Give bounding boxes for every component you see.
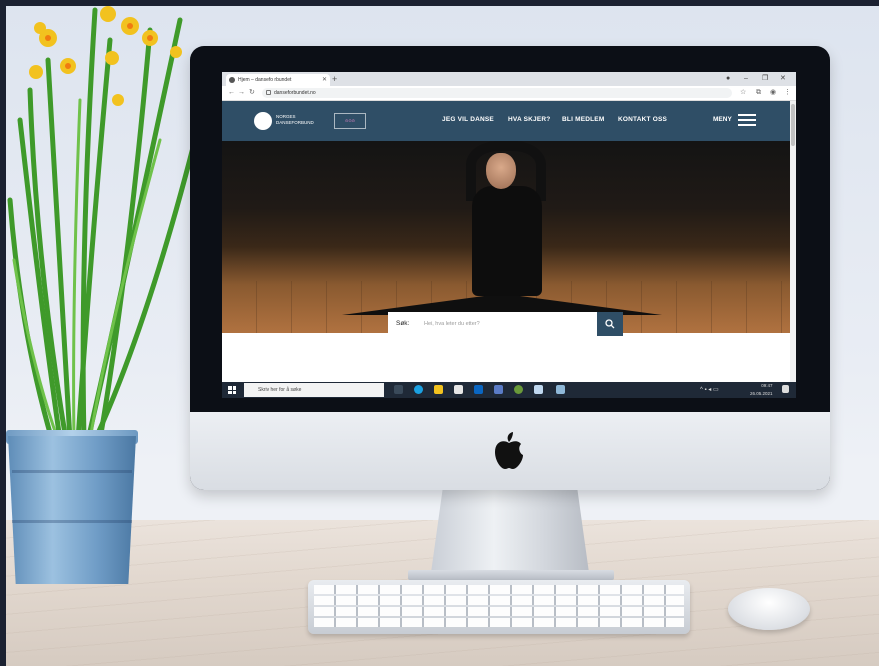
- extensions-icon[interactable]: ⧉: [756, 87, 761, 99]
- windows-taskbar: Skriv her for å søke ^ ▪ ◂ ▭ 09:47 26.05…: [222, 382, 796, 398]
- scene: Hjem – dansefo rbundet ✕ + ● – ❐ ✕ ← → ↻…: [0, 0, 879, 666]
- search-input[interactable]: [424, 312, 594, 336]
- browser-window: Hjem – dansefo rbundet ✕ + ● – ❐ ✕ ← → ↻…: [222, 72, 796, 398]
- system-tray-icons[interactable]: ^ ▪ ◂ ▭: [700, 386, 719, 394]
- hamburger-menu-icon[interactable]: [738, 114, 756, 126]
- maximize-button[interactable]: ❐: [762, 73, 768, 85]
- monitor-stand: [430, 488, 590, 580]
- url-text: danseforbundet.no: [274, 90, 316, 96]
- federation-logo-icon[interactable]: [254, 112, 272, 130]
- scrollbar-thumb[interactable]: [791, 104, 795, 146]
- keyboard-keys: [314, 585, 684, 629]
- favicon-icon: [229, 77, 235, 83]
- federation-name[interactable]: NORGES DANSEFORBUND: [276, 114, 316, 126]
- tab-bar: Hjem – dansefo rbundet ✕ + ● – ❐ ✕: [222, 72, 796, 86]
- notifications-icon[interactable]: [782, 385, 789, 393]
- nav-hva-skjer[interactable]: HVA SKJER?: [508, 116, 550, 123]
- edge-icon[interactable]: [414, 385, 423, 394]
- mail-icon[interactable]: [474, 385, 483, 394]
- store-icon[interactable]: [454, 385, 463, 394]
- search-icon: [605, 319, 615, 329]
- chrome-icon[interactable]: [514, 385, 523, 394]
- close-window-button[interactable]: ✕: [780, 73, 786, 85]
- app-icon-2[interactable]: [556, 385, 565, 394]
- flower-pot: [8, 436, 136, 584]
- teams-icon[interactable]: [494, 385, 503, 394]
- hero-image: Søk:: [222, 141, 792, 336]
- address-bar-row: ← → ↻ danseforbundet.no ☆ ⧉ ◉ ⋮: [222, 86, 796, 101]
- new-tab-button[interactable]: +: [332, 73, 337, 85]
- taskbar-search[interactable]: Skriv her for å søke: [244, 383, 384, 397]
- lock-icon: [266, 90, 271, 95]
- tab-title: Hjem – dansefo rbundet: [238, 77, 292, 83]
- tab-close-icon[interactable]: ✕: [322, 74, 327, 86]
- reload-icon[interactable]: ↻: [249, 87, 255, 99]
- search-label: Søk:: [396, 320, 410, 327]
- nav-jeg-vil-danse[interactable]: JEG VIL DANSE: [442, 116, 494, 123]
- account-icon[interactable]: ●: [726, 73, 730, 85]
- bookmark-star-icon[interactable]: ☆: [740, 87, 746, 99]
- minimize-button[interactable]: –: [744, 73, 748, 85]
- nav-kontakt-oss[interactable]: KONTAKT OSS: [618, 116, 667, 123]
- clock[interactable]: 09:47 26.05.2021: [750, 382, 773, 398]
- search-button[interactable]: [597, 312, 623, 336]
- apple-logo-icon: [495, 432, 523, 469]
- url-field[interactable]: danseforbundet.no: [262, 88, 732, 98]
- app-icon[interactable]: [534, 385, 543, 394]
- windows-start-icon[interactable]: [228, 386, 236, 394]
- profile-icon[interactable]: ◉: [770, 87, 776, 99]
- menu-label[interactable]: MENY: [713, 116, 732, 123]
- file-explorer-icon[interactable]: [434, 385, 443, 394]
- browser-tab[interactable]: Hjem – dansefo rbundet ✕: [226, 74, 330, 86]
- olympic-logo-icon[interactable]: ⊙⊙⊙: [334, 113, 366, 129]
- mouse: [728, 588, 810, 630]
- browser-menu-icon[interactable]: ⋮: [784, 87, 791, 99]
- search-box: Søk:: [388, 312, 622, 336]
- task-view-icon[interactable]: [394, 385, 403, 394]
- site-header: NORGES DANSEFORBUND ⊙⊙⊙ JEG VIL DANSE HV…: [222, 101, 796, 141]
- back-icon[interactable]: ←: [228, 87, 235, 99]
- forward-icon[interactable]: →: [238, 87, 245, 99]
- nav-bli-medlem[interactable]: BLI MEDLEM: [562, 116, 604, 123]
